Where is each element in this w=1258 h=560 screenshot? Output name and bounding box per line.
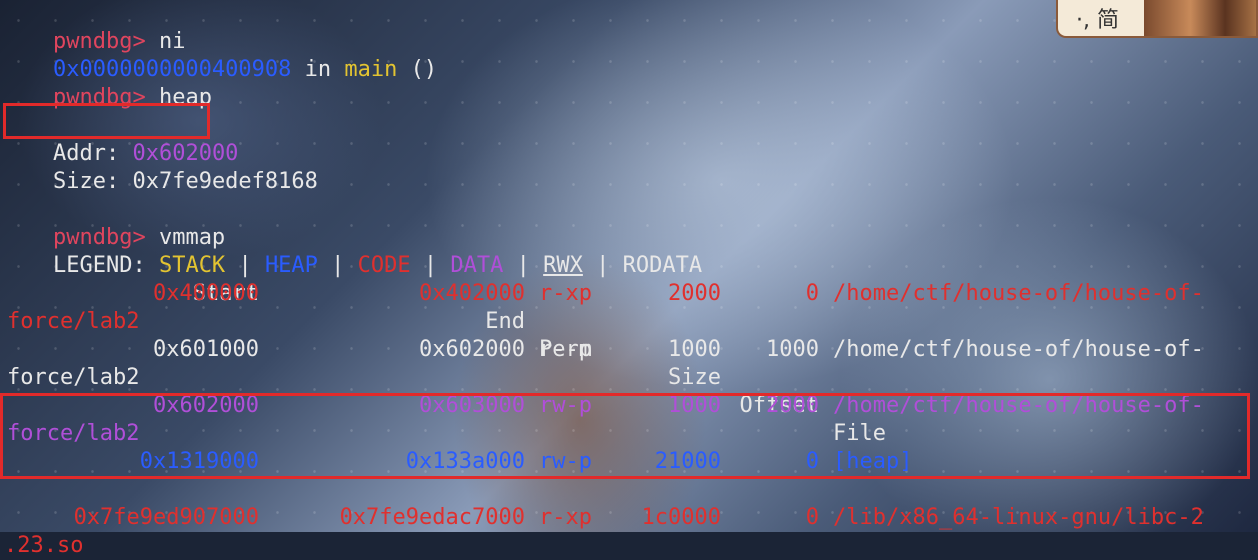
- function-name: main: [344, 57, 398, 82]
- vmmap-file: /lib/x86_64-linux-gnu/libc-2: [833, 505, 1204, 530]
- vmmap-offset: 0: [805, 281, 819, 306]
- vmmap-offset: 1000: [766, 337, 819, 362]
- terminal-window[interactable]: pwndbg> ni 0x0000000000400908 in main ()…: [0, 0, 1258, 558]
- vmmap-legend: LEGEND: STACK | HEAP | CODE | DATA | RWX…: [52, 253, 703, 278]
- vmmap-size: 1000: [668, 337, 721, 362]
- vmmap-size: 1c0000: [641, 505, 721, 530]
- heap-size-value: 0x7fe9edef8168: [132, 169, 318, 194]
- vmmap-perm: r--p: [539, 337, 592, 362]
- ime-indicator[interactable]: ·, 简: [1056, 0, 1258, 38]
- vmmap-file: /home/ctf/house-of/house-of-: [833, 337, 1204, 362]
- vmmap-perm: r-xp: [539, 281, 592, 306]
- terminal-line: pwndbg> heap: [0, 56, 212, 110]
- highlight-box-heap-addr: [3, 103, 210, 139]
- vmmap-file-continuation: force/lab2: [7, 365, 140, 390]
- avatar: [1144, 0, 1256, 36]
- header-size: Size: [668, 365, 721, 390]
- vmmap-file: /home/ctf/house-of/house-of-: [833, 281, 1204, 306]
- vmmap-header: Start End Perm Size Offset File: [0, 252, 1258, 446]
- highlight-box-vmmap-rows: [0, 393, 1250, 479]
- vmmap-perm: r-xp: [539, 505, 592, 530]
- vmmap-start: 0x7fe9ed907000: [73, 505, 259, 530]
- vmmap-file-continuation: .23.so: [4, 533, 84, 558]
- vmmap-start: 0x400000: [153, 281, 259, 306]
- vmmap-size: 2000: [668, 281, 721, 306]
- vmmap-end: 0x402000: [419, 281, 525, 306]
- vmmap-row: 0x400000 0x402000 r-xp 2000 0/home/ctf/house…: [0, 280, 1258, 308]
- terminal-line: pwndbg> vmmap: [0, 196, 225, 250]
- vmmap-end: 0x7fe9edac7000: [339, 505, 525, 530]
- vmmap-end: 0x602000: [419, 337, 525, 362]
- terminal-line: 0x0000000000400908 in main (): [52, 57, 438, 82]
- vmmap-start: 0x601000: [153, 337, 259, 362]
- vmmap-row: 0x7fe9ed907000 0x7fe9edac7000 r-xp 1c0000 0 /…: [0, 504, 1258, 532]
- header-end: End: [485, 309, 525, 334]
- vmmap-file-continuation: force/lab2: [7, 309, 140, 334]
- heap-size-line: Size: 0x7fe9edef8168: [52, 169, 318, 194]
- terminal-line: pwndbg> ni: [0, 0, 185, 54]
- vmmap-row: 0x601000 0x602000 r--p 1000 1000/home/ctf/ho…: [0, 336, 1258, 364]
- vmmap-offset: 0: [805, 505, 819, 530]
- ime-mode-label: ·, 简: [1076, 8, 1119, 33]
